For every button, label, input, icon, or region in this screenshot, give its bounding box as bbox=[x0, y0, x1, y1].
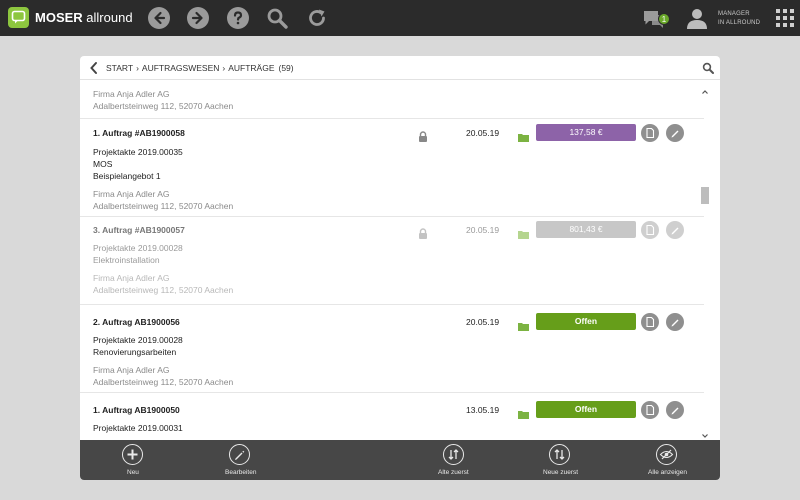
item-line: Renovierungsarbeiten bbox=[93, 347, 177, 357]
list-item[interactable]: 1. Auftrag #AB1900058 20.05.19 137,58 € … bbox=[80, 119, 704, 217]
sort-newest-first-button[interactable]: Neue zuerst bbox=[541, 440, 579, 480]
item-address: Adalbertsteinweg 112, 52070 Aachen bbox=[93, 285, 234, 295]
edit-button[interactable]: Bearbeiten bbox=[224, 440, 264, 480]
new-label: Neu bbox=[127, 469, 139, 476]
new-button[interactable]: Neu bbox=[120, 440, 146, 480]
item-address: Adalbertsteinweg 112, 52070 Aachen bbox=[93, 201, 234, 211]
item-date: 13.05.19 bbox=[466, 405, 500, 415]
user-role: MANAGER bbox=[718, 11, 750, 17]
search-icon[interactable] bbox=[266, 7, 288, 29]
show-all-button[interactable]: Alle anzeigen bbox=[646, 440, 688, 480]
sort-ascending-icon bbox=[443, 444, 464, 465]
folder-icon[interactable] bbox=[518, 406, 529, 419]
list-item[interactable]: 3. Auftrag #AB1900057 20.05.19 801,43 € … bbox=[80, 217, 704, 305]
sort-oldest-first-button[interactable]: Alte zuerst bbox=[436, 440, 472, 480]
item-project: Projektakte 2019.00028 bbox=[93, 335, 183, 345]
scrollbar-thumb[interactable] bbox=[701, 187, 709, 204]
chat-bubble-logo-icon bbox=[11, 10, 26, 24]
document-icon[interactable] bbox=[641, 313, 659, 331]
item-title: 1. Auftrag #AB1900058 bbox=[93, 128, 185, 138]
forward-icon[interactable] bbox=[187, 7, 209, 29]
scroll-down-arrow-icon[interactable] bbox=[701, 427, 709, 438]
item-date: 20.05.19 bbox=[466, 317, 500, 327]
edit-pencil-icon[interactable] bbox=[666, 221, 684, 239]
edit-pencil-icon[interactable] bbox=[666, 313, 684, 331]
breadcrumb-bar: START › AUFTRAGSWESEN › AUFTRÄGE (59) bbox=[80, 56, 720, 80]
breadcrumb-start[interactable]: START bbox=[106, 63, 133, 73]
top-bar: MOSER allround 1 MANAGER IN ALLROUND bbox=[0, 0, 800, 36]
edit-pencil-icon[interactable] bbox=[666, 401, 684, 419]
user-org: IN ALLROUND bbox=[718, 20, 761, 26]
show-all-label: Alle anzeigen bbox=[648, 469, 688, 476]
orders-panel: START › AUFTRAGSWESEN › AUFTRÄGE (59) Firma A… bbox=[80, 56, 720, 480]
back-icon[interactable] bbox=[148, 7, 170, 29]
sort-descending-icon bbox=[549, 444, 570, 465]
item-project: Projektakte 2019.00028 bbox=[93, 243, 183, 253]
item-line: Beispielangebot 1 bbox=[93, 171, 161, 181]
item-company: Firma Anja Adler AG bbox=[93, 89, 170, 99]
item-company: Firma Anja Adler AG bbox=[93, 189, 170, 199]
breadcrumb-separator: › bbox=[222, 63, 226, 73]
bottom-toolbar: Neu Bearbeiten Alte zuerst Neue zuerst A… bbox=[80, 440, 720, 480]
document-icon[interactable] bbox=[641, 221, 659, 239]
apps-grid-icon[interactable] bbox=[776, 9, 794, 27]
list-item[interactable]: 2. Auftrag AB1900056 20.05.19 Offen Proj… bbox=[80, 305, 704, 393]
status-open-button[interactable]: Offen bbox=[536, 313, 636, 330]
refresh-icon[interactable] bbox=[306, 7, 328, 29]
status-amount-button[interactable]: 801,43 € bbox=[536, 221, 636, 238]
document-icon[interactable] bbox=[641, 124, 659, 142]
edit-label: Bearbeiten bbox=[225, 469, 257, 476]
brand-name: MOSER bbox=[35, 10, 83, 25]
item-title: 2. Auftrag AB1900056 bbox=[93, 317, 180, 327]
sort-oldest-label: Alte zuerst bbox=[438, 469, 469, 476]
breadcrumb-page: AUFTRÄGE bbox=[228, 63, 275, 73]
document-icon[interactable] bbox=[641, 401, 659, 419]
folder-icon[interactable] bbox=[518, 129, 529, 142]
help-icon[interactable] bbox=[227, 7, 249, 29]
item-title: 3. Auftrag #AB1900057 bbox=[93, 225, 185, 235]
folder-icon[interactable] bbox=[518, 226, 529, 239]
messages-count-badge: 1 bbox=[658, 13, 670, 25]
orders-list: Firma Anja Adler AG Adalbertsteinweg 112… bbox=[80, 81, 720, 440]
item-date: 20.05.19 bbox=[466, 225, 500, 235]
app-brand: MOSER allround bbox=[35, 10, 133, 25]
edit-pencil-icon[interactable] bbox=[666, 124, 684, 142]
folder-icon[interactable] bbox=[518, 318, 529, 331]
item-date: 20.05.19 bbox=[466, 128, 500, 138]
app-logo[interactable] bbox=[8, 7, 29, 28]
item-project: Projektakte 2019.00035 bbox=[93, 147, 183, 157]
status-open-button[interactable]: Offen bbox=[536, 401, 636, 418]
plus-icon bbox=[122, 444, 143, 465]
brand-suffix: allround bbox=[86, 10, 133, 25]
item-line: MOS bbox=[93, 159, 113, 169]
scroll-up-arrow-icon[interactable] bbox=[701, 83, 709, 94]
item-address: Adalbertsteinweg 112, 52070 Aachen bbox=[93, 377, 234, 387]
sort-newest-label: Neue zuerst bbox=[543, 469, 579, 476]
breadcrumb-section[interactable]: AUFTRAGSWESEN bbox=[142, 63, 219, 73]
status-amount-button[interactable]: 137,58 € bbox=[536, 124, 636, 141]
breadcrumb-separator: › bbox=[136, 63, 139, 73]
lock-icon bbox=[418, 226, 428, 239]
item-line: Elektroinstallation bbox=[93, 255, 160, 265]
item-title: 1. Auftrag AB1900050 bbox=[93, 405, 180, 415]
list-item[interactable]: Firma Anja Adler AG Adalbertsteinweg 112… bbox=[80, 81, 704, 119]
user-info[interactable]: MANAGER IN ALLROUND bbox=[718, 10, 760, 28]
chevron-left-icon[interactable] bbox=[88, 61, 100, 75]
pencil-icon bbox=[229, 444, 250, 465]
item-company: Firma Anja Adler AG bbox=[93, 273, 170, 283]
item-address: Adalbertsteinweg 112, 52070 Aachen bbox=[93, 101, 234, 111]
user-avatar-icon[interactable] bbox=[686, 7, 708, 29]
lock-icon bbox=[418, 129, 428, 142]
eye-slash-icon bbox=[656, 444, 677, 465]
search-icon[interactable] bbox=[702, 61, 714, 74]
list-item[interactable]: 1. Auftrag AB1900050 13.05.19 Offen Proj… bbox=[80, 393, 704, 440]
item-company: Firma Anja Adler AG bbox=[93, 365, 170, 375]
item-project: Projektakte 2019.00031 bbox=[93, 423, 183, 433]
breadcrumb-count: (59) bbox=[278, 63, 294, 73]
breadcrumb: START › AUFTRAGSWESEN › AUFTRÄGE (59) bbox=[106, 63, 294, 73]
